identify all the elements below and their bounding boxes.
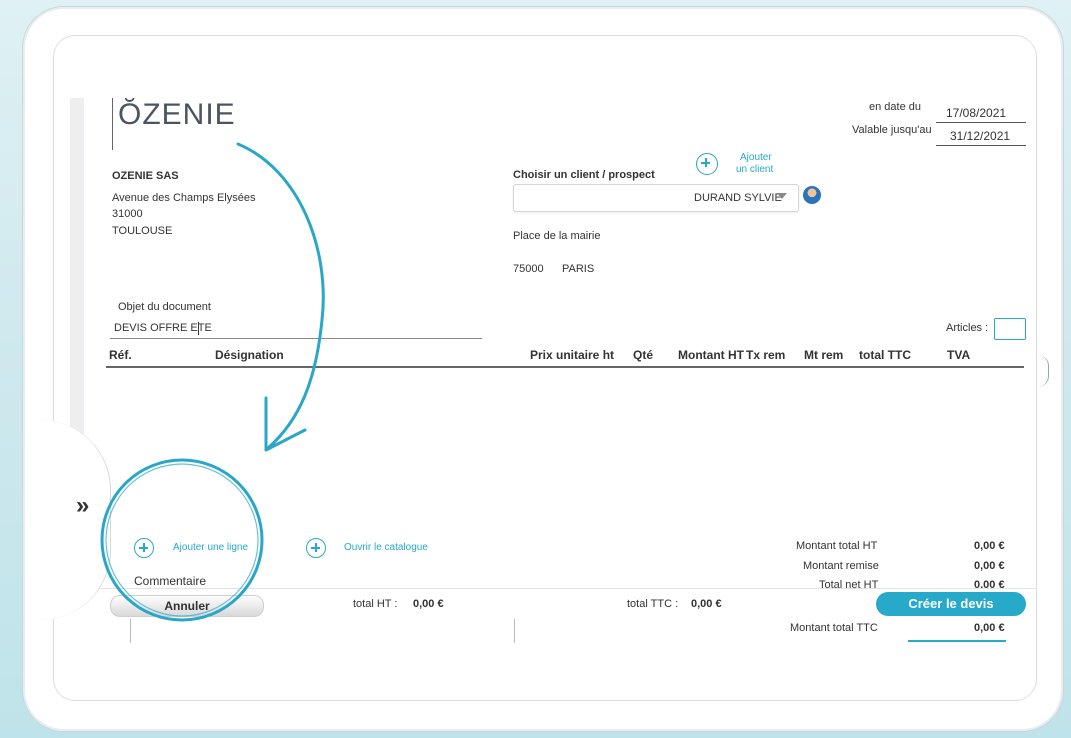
- guide-arrow-path: [236, 142, 325, 450]
- highlight-circle-inner: [105, 463, 259, 617]
- highlight-circle: [100, 458, 264, 622]
- tutorial-annotation: [100, 142, 325, 622]
